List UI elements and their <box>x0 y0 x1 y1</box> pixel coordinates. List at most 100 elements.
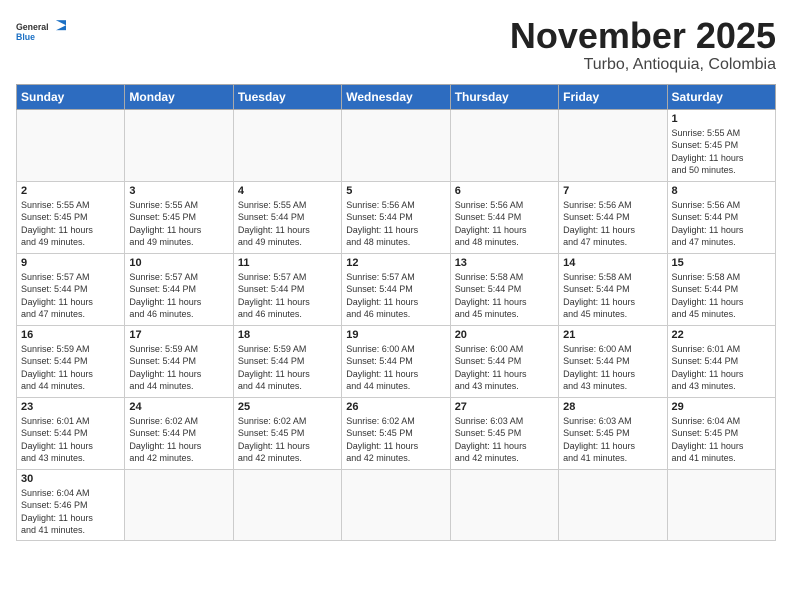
day-info: Sunrise: 6:01 AMSunset: 5:44 PMDaylight:… <box>21 415 120 465</box>
weekday-header-monday: Monday <box>125 84 233 109</box>
day-info: Sunrise: 6:04 AMSunset: 5:46 PMDaylight:… <box>21 487 120 537</box>
day-cell: 19 Sunrise: 6:00 AMSunset: 5:44 PMDayligh… <box>342 325 450 397</box>
week-row-4: 16 Sunrise: 5:59 AMSunset: 5:44 PMDayligh… <box>17 325 776 397</box>
day-info: Sunrise: 6:02 AMSunset: 5:44 PMDaylight:… <box>129 415 228 465</box>
day-cell: 18 Sunrise: 5:59 AMSunset: 5:44 PMDayligh… <box>233 325 341 397</box>
day-number: 8 <box>672 185 771 197</box>
day-number: 5 <box>346 185 445 197</box>
day-cell <box>125 109 233 181</box>
day-cell <box>233 469 341 540</box>
day-cell: 12Sunrise: 5:57 AMSunset: 5:44 PMDayligh… <box>342 253 450 325</box>
day-info: Sunrise: 5:55 AMSunset: 5:45 PMDaylight:… <box>129 199 228 249</box>
day-number: 6 <box>455 185 554 197</box>
day-cell <box>233 109 341 181</box>
day-number: 27 <box>455 401 554 413</box>
weekday-header-wednesday: Wednesday <box>342 84 450 109</box>
day-info: Sunrise: 6:03 AMSunset: 5:45 PMDaylight:… <box>563 415 662 465</box>
day-info: Sunrise: 5:57 AMSunset: 5:44 PMDaylight:… <box>238 271 337 321</box>
day-info: Sunrise: 5:55 AMSunset: 5:45 PMDaylight:… <box>672 127 771 177</box>
location-title: Turbo, Antioquia, Colombia <box>510 56 776 74</box>
day-cell: 8 Sunrise: 5:56 AMSunset: 5:44 PMDaylight… <box>667 181 775 253</box>
week-row-2: 2 Sunrise: 5:55 AMSunset: 5:45 PMDaylight… <box>17 181 776 253</box>
weekday-header-sunday: Sunday <box>17 84 125 109</box>
day-number: 20 <box>455 329 554 341</box>
day-info: Sunrise: 5:59 AMSunset: 5:44 PMDaylight:… <box>238 343 337 393</box>
day-info: Sunrise: 6:00 AMSunset: 5:44 PMDaylight:… <box>346 343 445 393</box>
day-number: 12 <box>346 257 445 269</box>
day-number: 24 <box>129 401 228 413</box>
week-row-6: 30 Sunrise: 6:04 AMSunset: 5:46 PMDayligh… <box>17 469 776 540</box>
day-cell: 20 Sunrise: 6:00 AMSunset: 5:44 PMDayligh… <box>450 325 558 397</box>
day-cell: 11 Sunrise: 5:57 AMSunset: 5:44 PMDayligh… <box>233 253 341 325</box>
day-cell: 21Sunrise: 6:00 AMSunset: 5:44 PMDayligh… <box>559 325 667 397</box>
day-cell: 4 Sunrise: 5:55 AMSunset: 5:44 PMDaylight… <box>233 181 341 253</box>
day-info: Sunrise: 6:01 AMSunset: 5:44 PMDaylight:… <box>672 343 771 393</box>
day-info: Sunrise: 6:00 AMSunset: 5:44 PMDaylight:… <box>455 343 554 393</box>
day-cell: 7Sunrise: 5:56 AMSunset: 5:44 PMDaylight… <box>559 181 667 253</box>
day-number: 18 <box>238 329 337 341</box>
day-number: 28 <box>563 401 662 413</box>
day-info: Sunrise: 5:57 AMSunset: 5:44 PMDaylight:… <box>129 271 228 321</box>
day-number: 7 <box>563 185 662 197</box>
day-number: 25 <box>238 401 337 413</box>
day-info: Sunrise: 5:57 AMSunset: 5:44 PMDaylight:… <box>21 271 120 321</box>
day-number: 26 <box>346 401 445 413</box>
day-cell: 30 Sunrise: 6:04 AMSunset: 5:46 PMDayligh… <box>17 469 125 540</box>
day-cell: 25 Sunrise: 6:02 AMSunset: 5:45 PMDayligh… <box>233 397 341 469</box>
day-info: Sunrise: 5:58 AMSunset: 5:44 PMDaylight:… <box>455 271 554 321</box>
day-cell <box>342 109 450 181</box>
day-info: Sunrise: 5:56 AMSunset: 5:44 PMDaylight:… <box>672 199 771 249</box>
day-cell: 1 Sunrise: 5:55 AMSunset: 5:45 PMDaylight… <box>667 109 775 181</box>
day-cell <box>667 469 775 540</box>
day-cell: 23 Sunrise: 6:01 AMSunset: 5:44 PMDayligh… <box>17 397 125 469</box>
week-row-1: 1 Sunrise: 5:55 AMSunset: 5:45 PMDaylight… <box>17 109 776 181</box>
day-info: Sunrise: 6:00 AMSunset: 5:44 PMDaylight:… <box>563 343 662 393</box>
svg-text:Blue: Blue <box>16 32 35 42</box>
day-number: 2 <box>21 185 120 197</box>
day-cell <box>559 109 667 181</box>
day-cell: 24 Sunrise: 6:02 AMSunset: 5:44 PMDayligh… <box>125 397 233 469</box>
generalblue-logo: General Blue <box>16 18 66 48</box>
day-cell <box>450 469 558 540</box>
week-row-3: 9 Sunrise: 5:57 AMSunset: 5:44 PMDaylight… <box>17 253 776 325</box>
day-cell <box>559 469 667 540</box>
weekday-header-saturday: Saturday <box>667 84 775 109</box>
day-number: 19 <box>346 329 445 341</box>
day-number: 15 <box>672 257 771 269</box>
day-info: Sunrise: 5:55 AMSunset: 5:44 PMDaylight:… <box>238 199 337 249</box>
day-cell: 27Sunrise: 6:03 AMSunset: 5:45 PMDayligh… <box>450 397 558 469</box>
day-number: 30 <box>21 473 120 485</box>
day-info: Sunrise: 6:04 AMSunset: 5:45 PMDaylight:… <box>672 415 771 465</box>
day-number: 1 <box>672 113 771 125</box>
day-cell: 9 Sunrise: 5:57 AMSunset: 5:44 PMDaylight… <box>17 253 125 325</box>
day-cell: 22 Sunrise: 6:01 AMSunset: 5:44 PMDayligh… <box>667 325 775 397</box>
day-cell: 6Sunrise: 5:56 AMSunset: 5:44 PMDaylight… <box>450 181 558 253</box>
day-cell: 5 Sunrise: 5:56 AMSunset: 5:44 PMDaylight… <box>342 181 450 253</box>
title-area: November 2025 Turbo, Antioquia, Colombia <box>510 16 776 74</box>
day-cell: 17Sunrise: 5:59 AMSunset: 5:44 PMDayligh… <box>125 325 233 397</box>
weekday-header-tuesday: Tuesday <box>233 84 341 109</box>
day-number: 4 <box>238 185 337 197</box>
day-info: Sunrise: 6:02 AMSunset: 5:45 PMDaylight:… <box>238 415 337 465</box>
day-info: Sunrise: 5:58 AMSunset: 5:44 PMDaylight:… <box>672 271 771 321</box>
day-cell <box>342 469 450 540</box>
day-cell: 26Sunrise: 6:02 AMSunset: 5:45 PMDayligh… <box>342 397 450 469</box>
day-number: 23 <box>21 401 120 413</box>
day-info: Sunrise: 5:56 AMSunset: 5:44 PMDaylight:… <box>346 199 445 249</box>
weekday-header-row: SundayMondayTuesdayWednesdayThursdayFrid… <box>17 84 776 109</box>
day-number: 11 <box>238 257 337 269</box>
weekday-header-friday: Friday <box>559 84 667 109</box>
day-number: 3 <box>129 185 228 197</box>
day-cell: 29Sunrise: 6:04 AMSunset: 5:45 PMDayligh… <box>667 397 775 469</box>
day-number: 9 <box>21 257 120 269</box>
day-cell <box>125 469 233 540</box>
day-number: 17 <box>129 329 228 341</box>
day-number: 22 <box>672 329 771 341</box>
day-cell <box>17 109 125 181</box>
day-number: 10 <box>129 257 228 269</box>
day-cell: 13Sunrise: 5:58 AMSunset: 5:44 PMDayligh… <box>450 253 558 325</box>
week-row-5: 23 Sunrise: 6:01 AMSunset: 5:44 PMDayligh… <box>17 397 776 469</box>
weekday-header-thursday: Thursday <box>450 84 558 109</box>
day-number: 16 <box>21 329 120 341</box>
day-cell <box>450 109 558 181</box>
